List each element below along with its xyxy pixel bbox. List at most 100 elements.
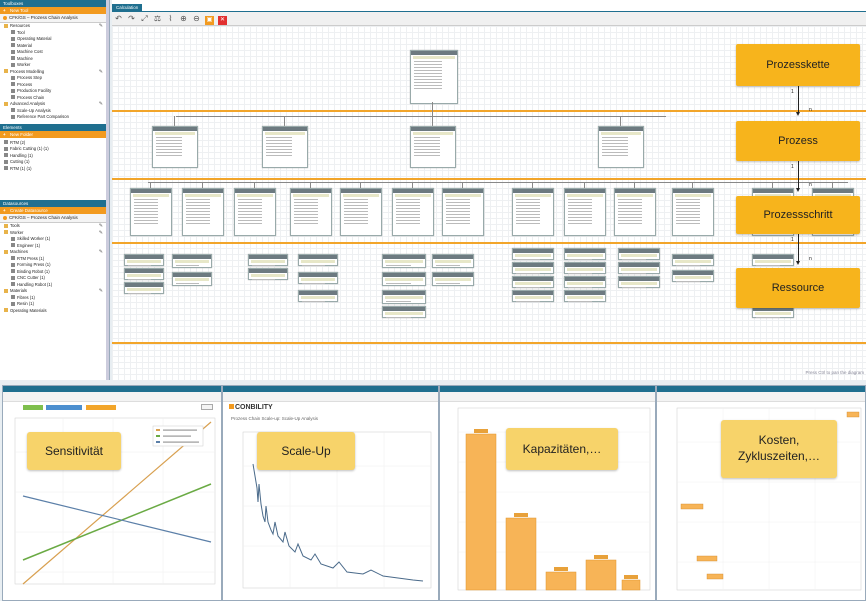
sensitivity-apply-button[interactable] [201,404,213,410]
tab-calculation[interactable]: Calculation [112,4,143,11]
resource-node[interactable] [124,282,164,294]
scaleup-subtitle: Prozess Chain Scale-up: Scale-Up Analysi… [231,416,319,421]
datasources-breadcrumb[interactable]: CFK/GS – Prozess Chain Analysis [0,214,109,223]
tree-item-label: Skilled Worker (1) [17,236,51,241]
folder-icon [4,23,8,28]
tree-item[interactable]: Operating Materials [0,308,109,315]
resource-node[interactable] [382,306,426,318]
resource-node[interactable] [248,268,288,280]
resource-node[interactable] [672,270,714,282]
process-step-node[interactable] [614,188,656,236]
tree-item-label: CNC Cutter (1) [17,275,45,280]
chip-blue[interactable] [46,405,83,410]
tree-item-label: Materials [10,288,27,293]
tree-item[interactable]: RTM (1) (1) [0,166,109,173]
process-step-node[interactable] [130,188,172,236]
tree-item-label: Handling (1) [10,152,33,158]
process-step-node[interactable] [672,188,714,236]
datasources-header: Datasources [0,200,109,207]
resource-node[interactable] [752,254,794,266]
new-tool-button[interactable]: New Tool [0,7,109,14]
resource-node[interactable] [172,272,212,286]
sensitivity-filter-chips [23,405,133,410]
connector [620,116,621,126]
resource-node[interactable] [298,254,338,266]
card-one-1: 1 [791,89,794,95]
process-node[interactable] [262,126,308,168]
resource-node[interactable] [564,248,606,260]
tree-item-label: Forming Press (1) [17,262,51,267]
process-step-node[interactable] [392,188,434,236]
process-node[interactable] [598,126,644,168]
resource-node[interactable] [298,272,338,284]
resource-node[interactable] [564,290,606,302]
tree-item-label: RTM Press (1) [17,255,45,261]
process-step-node[interactable] [182,188,224,236]
resource-node[interactable] [618,248,660,260]
arrow-1 [796,86,800,116]
resource-node[interactable] [124,268,164,280]
process-step-node[interactable] [290,188,332,236]
create-datasource-button[interactable]: Create Datasource [0,207,109,214]
close-icon[interactable]: ✕ [218,16,227,25]
connector [360,182,361,188]
process-node[interactable] [410,126,456,168]
cost-mark-3 [706,573,724,580]
chip-orange[interactable] [85,405,116,410]
resource-node[interactable] [512,262,554,274]
resource-node[interactable] [564,262,606,274]
resource-node[interactable] [618,276,660,288]
resource-node[interactable] [382,254,426,268]
tree-item-label: Fabric Cutting (1) (1) [10,146,49,151]
process-chain-node[interactable] [410,50,458,104]
chip-green[interactable] [23,405,43,410]
sidebar-scrollbar[interactable] [106,0,109,380]
resource-node[interactable] [672,254,714,266]
toolboxes-breadcrumb[interactable]: CFK/GS – Prozess Chain Analysis [0,14,109,23]
tree-item-label: Machines [10,249,28,254]
resource-node[interactable] [172,254,212,268]
resource-node[interactable] [124,254,164,266]
toolbar: ↶ ↷ ⤢ ⚖ ⌇ ⊕ ⊖ ▣ ✕ [112,12,866,26]
zoom-out-icon[interactable]: ⊖ [192,14,201,23]
resource-node[interactable] [382,290,426,304]
resource-node[interactable] [248,254,288,266]
resource-node[interactable] [298,290,338,302]
chart-icon[interactable]: ⌇ [166,14,175,23]
connector [832,182,833,188]
folder-icon [4,249,8,254]
level-line-3 [112,242,866,244]
overview-icon[interactable]: ▣ [205,16,214,25]
resource-node[interactable] [512,248,554,260]
fit-icon[interactable]: ⤢ [140,14,149,23]
redo-icon[interactable]: ↷ [127,14,136,23]
undo-icon[interactable]: ↶ [114,14,123,23]
tree-item[interactable]: Reference Part Comparison [0,114,109,121]
process-step-node[interactable] [234,188,276,236]
process-step-node[interactable] [512,188,554,236]
zoom-in-icon[interactable]: ⊕ [179,14,188,23]
process-step-node[interactable] [564,188,606,236]
machine-icon [11,275,15,280]
process-step-node[interactable] [442,188,484,236]
process-step-node[interactable] [340,188,382,236]
resource-node[interactable] [382,272,426,286]
resource-node[interactable] [564,276,606,288]
resource-node[interactable] [432,254,474,268]
arrow-3 [796,234,800,265]
tree-layout-icon[interactable]: ⚖ [153,14,162,23]
new-folder-button[interactable]: New Folder [0,130,109,138]
material-icon [11,295,15,300]
resource-node[interactable] [618,262,660,274]
connector [412,182,413,188]
process-node[interactable] [152,126,198,168]
connector [432,102,433,116]
resource-node[interactable] [432,272,474,286]
tree-item-label: Production Facility [17,88,52,93]
sensitivity-panel-toolbar [3,392,221,402]
process-icon [11,82,15,87]
resource-node[interactable] [512,290,554,302]
worker-icon [11,236,15,241]
capacity-bar-1 [465,433,497,591]
resource-node[interactable] [512,276,554,288]
